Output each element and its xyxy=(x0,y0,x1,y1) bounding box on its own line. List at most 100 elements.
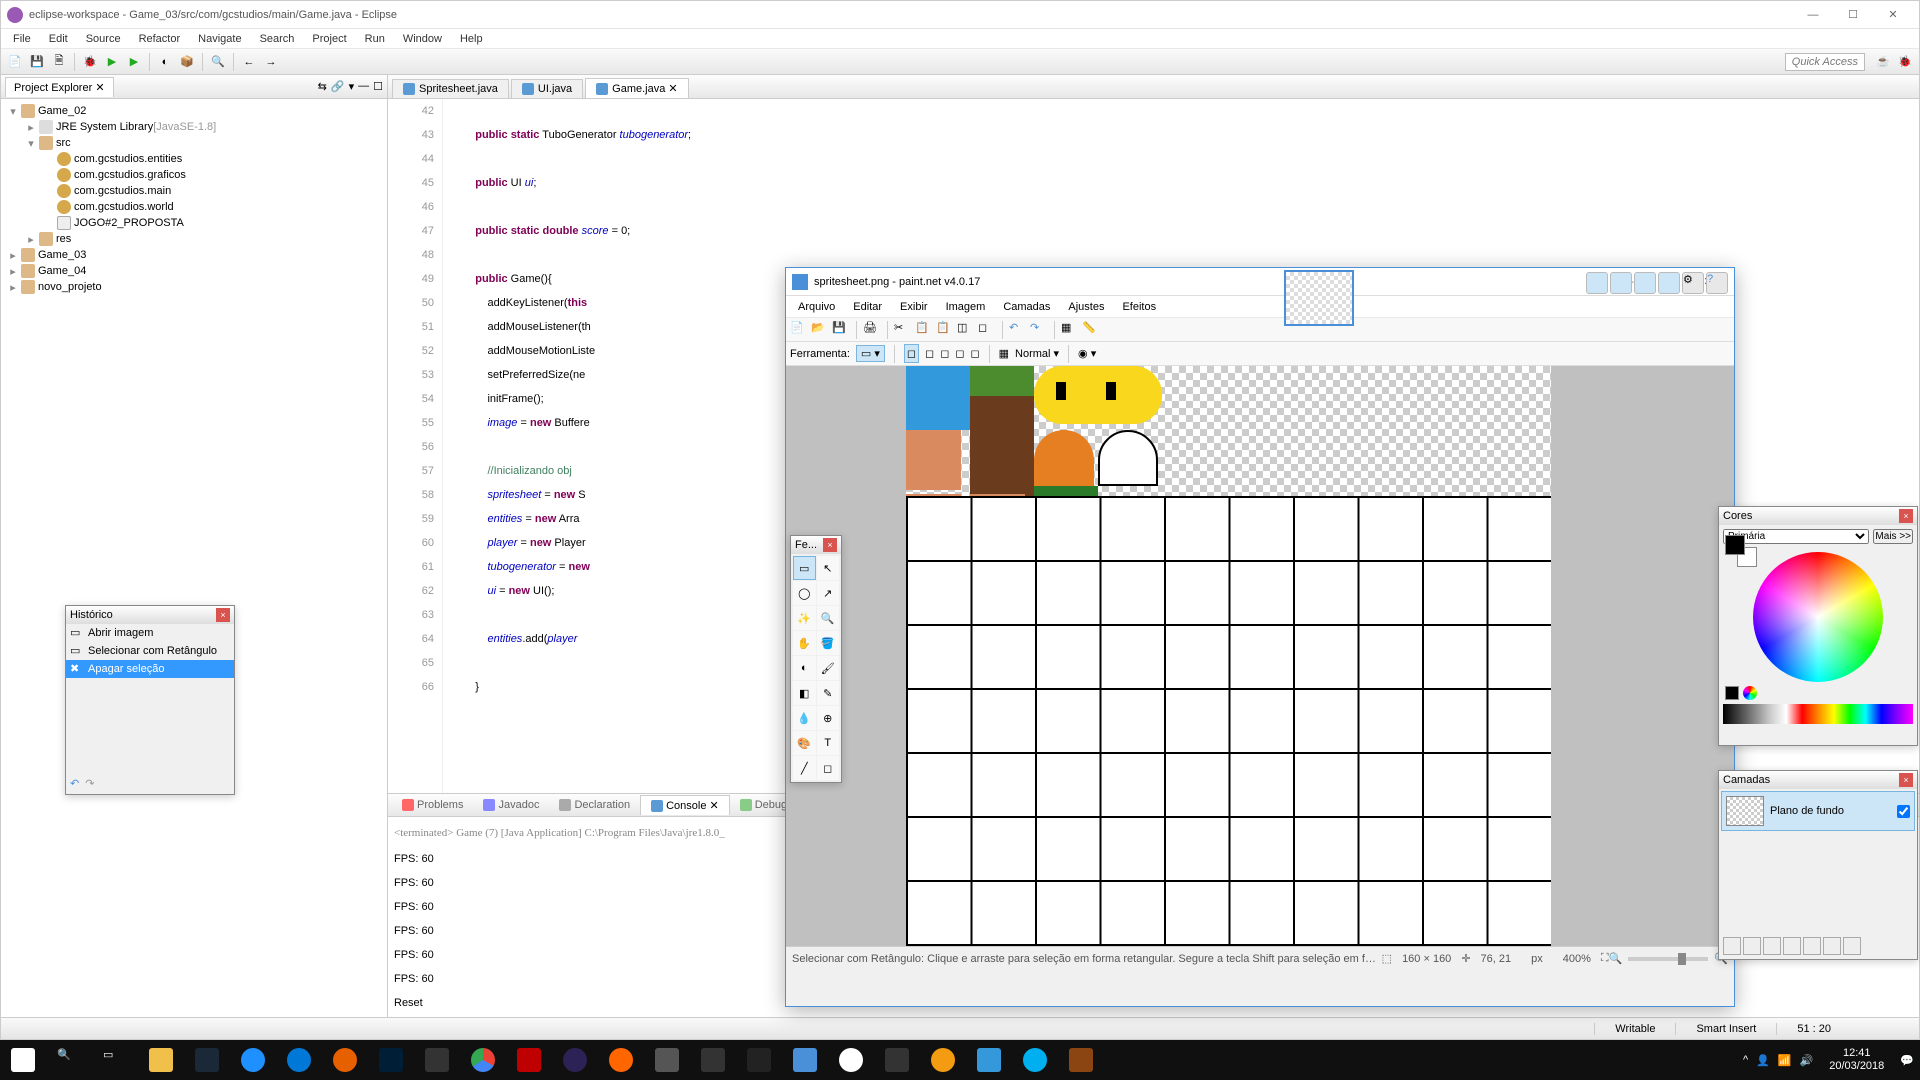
tree-node[interactable]: ▸res xyxy=(1,231,387,247)
canvas[interactable] xyxy=(906,366,1551,941)
menu-source[interactable]: Source xyxy=(78,31,129,47)
bottom-tab-problems[interactable]: Problems xyxy=(392,796,473,814)
start-button[interactable] xyxy=(0,1040,46,1080)
paintnet-taskbar-icon[interactable] xyxy=(782,1040,828,1080)
app-icon-7[interactable] xyxy=(966,1040,1012,1080)
run-ext-icon[interactable]: ▶ xyxy=(124,52,144,72)
history-item[interactable]: ▭Selecionar com Retângulo xyxy=(66,642,234,660)
menu-window[interactable]: Window xyxy=(395,31,450,47)
system-tray[interactable]: ^ 👤 📶 🔊 12:41 20/03/2018 💬 xyxy=(1737,1047,1920,1073)
sel-replace-icon[interactable]: ◻ xyxy=(904,344,919,363)
recolor-tool[interactable]: 🎨 xyxy=(793,731,816,755)
itunes-icon[interactable] xyxy=(828,1040,874,1080)
document-thumbnail[interactable] xyxy=(1284,270,1354,326)
steam-icon[interactable] xyxy=(184,1040,230,1080)
cut-icon[interactable]: ✂ xyxy=(894,321,912,339)
settings-icon[interactable]: ⚙ xyxy=(1682,272,1704,294)
down-layer-icon[interactable] xyxy=(1823,937,1841,955)
paste-icon[interactable]: 📋 xyxy=(936,321,954,339)
ruler-icon[interactable]: 📏 xyxy=(1082,321,1100,339)
pdn-menu-ajustes[interactable]: Ajustes xyxy=(1060,299,1112,315)
menu-run[interactable]: Run xyxy=(357,31,393,47)
sel-invert-icon[interactable]: ◻ xyxy=(970,347,979,360)
sel-intersect-icon[interactable]: ◻ xyxy=(955,347,964,360)
color-palette[interactable] xyxy=(1723,704,1913,724)
minimize-button[interactable]: — xyxy=(1793,1,1833,29)
app-icon-8[interactable] xyxy=(1058,1040,1104,1080)
text-tool[interactable]: T xyxy=(817,731,840,755)
pdn-menu-camadas[interactable]: Camadas xyxy=(995,299,1058,315)
tree-node[interactable]: ▸JRE System Library [JavaSE-1.8] xyxy=(1,119,387,135)
new-file-icon[interactable]: 📄 xyxy=(790,321,808,339)
search-icon[interactable]: 🔍 xyxy=(208,52,228,72)
clone-tool[interactable]: ⊕ xyxy=(817,706,840,730)
move-sel-tool[interactable]: ↗ xyxy=(817,581,840,605)
undo-icon[interactable]: ↶ xyxy=(1009,321,1027,339)
menu-refactor[interactable]: Refactor xyxy=(131,31,189,47)
history-close-icon[interactable]: × xyxy=(216,608,230,622)
history-redo-icon[interactable]: ↷ xyxy=(85,777,94,790)
history-item[interactable]: ▭Abrir imagem xyxy=(66,624,234,642)
line-tool[interactable]: ╱ xyxy=(793,756,816,780)
pencil-tool[interactable]: ✎ xyxy=(817,681,840,705)
app-icon-6[interactable] xyxy=(920,1040,966,1080)
more-button[interactable]: Mais >> xyxy=(1873,529,1913,544)
pdn-menu-arquivo[interactable]: Arquivo xyxy=(790,299,843,315)
zoom-slider[interactable] xyxy=(1628,957,1708,961)
rect-select-tool[interactable]: ▭ xyxy=(793,556,816,580)
sampling-icon[interactable]: ◉ ▾ xyxy=(1078,347,1096,360)
wheel-icon[interactable] xyxy=(1743,686,1757,700)
pdn-menu-efeitos[interactable]: Efeitos xyxy=(1114,299,1164,315)
perspective-java-icon[interactable]: ☕ xyxy=(1873,52,1893,72)
people-icon[interactable]: 👤 xyxy=(1756,1054,1770,1067)
grid-icon[interactable]: ▦ xyxy=(1061,321,1079,339)
pdn-menu-imagem[interactable]: Imagem xyxy=(938,299,994,315)
app-icon-1[interactable] xyxy=(598,1040,644,1080)
dup-layer-icon[interactable] xyxy=(1763,937,1781,955)
clock[interactable]: 12:41 20/03/2018 xyxy=(1821,1047,1892,1073)
pdn-menu-exibir[interactable]: Exibir xyxy=(892,299,936,315)
save-file-icon[interactable]: 💾 xyxy=(832,321,850,339)
colors-close-icon[interactable]: × xyxy=(1899,509,1913,523)
menu-project[interactable]: Project xyxy=(304,31,354,47)
firefox-icon[interactable] xyxy=(322,1040,368,1080)
eraser-tool[interactable]: ◧ xyxy=(793,681,816,705)
editor-tab[interactable]: Game.java ✕ xyxy=(585,78,688,98)
fireworks-icon[interactable] xyxy=(414,1040,460,1080)
copy-icon[interactable]: 📋 xyxy=(915,321,933,339)
pdn-menu-editar[interactable]: Editar xyxy=(845,299,890,315)
app-icon-5[interactable] xyxy=(874,1040,920,1080)
project-explorer-tab[interactable]: Project Explorer ✕ ⇆ 🔗 ▾ — ☐ xyxy=(1,75,387,99)
tree-node[interactable]: com.gcstudios.world xyxy=(1,199,387,215)
color-wheel[interactable] xyxy=(1753,552,1883,682)
crop-icon[interactable]: ◫ xyxy=(957,321,975,339)
delete-layer-icon[interactable] xyxy=(1743,937,1761,955)
save-all-icon[interactable]: 🗎 xyxy=(49,52,69,72)
explorer-icon[interactable] xyxy=(138,1040,184,1080)
eclipse-titlebar[interactable]: eclipse-workspace - Game_03/src/com/gcst… xyxy=(1,1,1919,29)
history-undo-icon[interactable]: ↶ xyxy=(70,777,79,790)
bottom-tab-declaration[interactable]: Declaration xyxy=(549,796,640,814)
bottom-tab-console[interactable]: Console ✕ xyxy=(640,795,730,815)
shape-tool[interactable]: ◻ xyxy=(817,756,840,780)
new-class-icon[interactable]: ◐ xyxy=(155,52,175,72)
picker-tool[interactable]: 💧 xyxy=(793,706,816,730)
up-layer-icon[interactable] xyxy=(1803,937,1821,955)
open-file-icon[interactable]: 📂 xyxy=(811,321,829,339)
editor-tab[interactable]: UI.java xyxy=(511,79,583,98)
print-icon[interactable]: 🖨 xyxy=(863,321,881,339)
menu-edit[interactable]: Edit xyxy=(41,31,76,47)
canvas-area[interactable] xyxy=(786,366,1734,946)
run-icon[interactable]: ▶ xyxy=(102,52,122,72)
link-editor-icon[interactable]: 🔗 xyxy=(331,80,345,93)
wand-tool[interactable]: ✨ xyxy=(793,606,816,630)
search-button[interactable]: 🔍 xyxy=(46,1040,92,1080)
collapse-all-icon[interactable]: ⇆ xyxy=(318,80,327,93)
move-tool[interactable]: ↖ xyxy=(817,556,840,580)
close-button[interactable]: ✕ xyxy=(1873,1,1913,29)
tray-up-icon[interactable]: ^ xyxy=(1743,1054,1748,1066)
new-pkg-icon[interactable]: 📦 xyxy=(177,52,197,72)
quick-access-input[interactable]: Quick Access xyxy=(1785,53,1865,71)
layers-toggle-icon[interactable] xyxy=(1634,272,1656,294)
zoom-tool[interactable]: 🔍 xyxy=(817,606,840,630)
